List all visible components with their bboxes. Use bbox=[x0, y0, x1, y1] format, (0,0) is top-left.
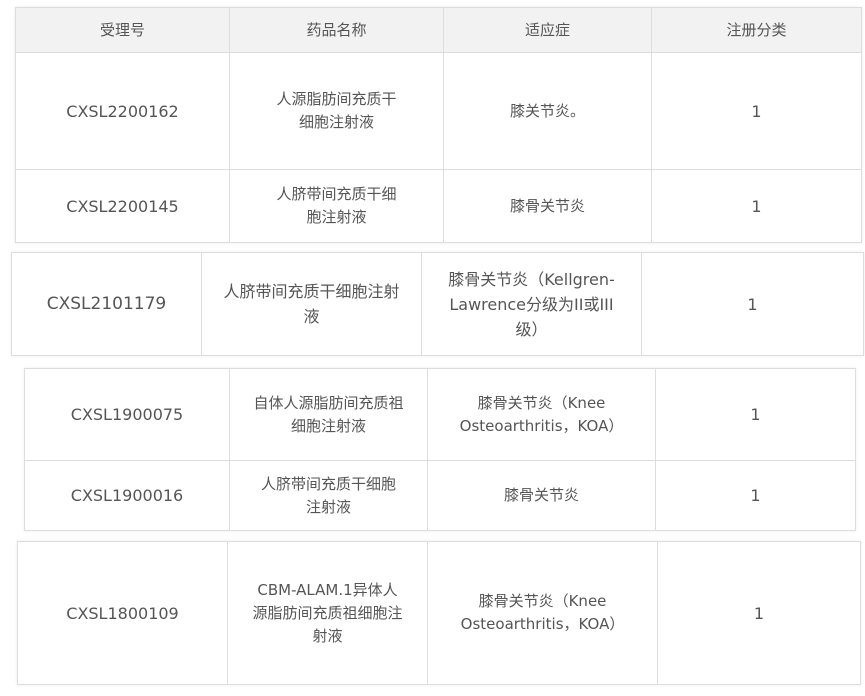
table-row: CXSL1900016 人脐带间充质干细胞注射液 膝骨关节炎 1 bbox=[24, 460, 856, 531]
cell-acceptance-no: CXSL2101179 bbox=[11, 252, 202, 356]
cell-acceptance-no: CXSL2200145 bbox=[15, 169, 230, 243]
header-registration-class: 注册分类 bbox=[651, 7, 862, 53]
cell-registration-class: 1 bbox=[655, 460, 856, 531]
table-row: CXSL2200162 人源脂肪间充质干细胞注射液 膝关节炎。 1 bbox=[15, 52, 862, 170]
cell-registration-class: 1 bbox=[641, 252, 864, 356]
table-segment-2: CXSL2101179 人脐带间充质干细胞注射液 膝骨关节炎（Kellgren-… bbox=[11, 252, 864, 356]
cell-acceptance-no: CXSL2200162 bbox=[15, 52, 230, 170]
header-indication: 适应症 bbox=[443, 7, 652, 53]
cell-registration-class: 1 bbox=[651, 169, 862, 243]
cell-acceptance-no: CXSL1900016 bbox=[24, 460, 230, 531]
cell-registration-class: 1 bbox=[655, 368, 856, 461]
cell-indication: 膝关节炎。 bbox=[443, 52, 652, 170]
cell-registration-class: 1 bbox=[657, 541, 861, 685]
cell-drug-name: 人脐带间充质干细胞注射液 bbox=[229, 460, 428, 531]
cell-indication: 膝骨关节炎 bbox=[443, 169, 652, 243]
table-segment-3: CXSL1900075 自体人源脂肪间充质祖细胞注射液 膝骨关节炎（Knee O… bbox=[24, 368, 856, 531]
table-header-row: 受理号 药品名称 适应症 注册分类 bbox=[15, 7, 862, 53]
cell-indication: 膝骨关节炎 bbox=[427, 460, 656, 531]
cell-drug-name: 人源脂肪间充质干细胞注射液 bbox=[229, 52, 444, 170]
cell-drug-name: 人脐带间充质干细胞注射液 bbox=[201, 252, 422, 356]
cell-registration-class: 1 bbox=[651, 52, 862, 170]
cell-drug-name: 自体人源脂肪间充质祖细胞注射液 bbox=[229, 368, 428, 461]
table-row: CXSL1900075 自体人源脂肪间充质祖细胞注射液 膝骨关节炎（Knee O… bbox=[24, 368, 856, 461]
cell-indication: 膝骨关节炎（Kellgren-Lawrence分级为II或III级） bbox=[421, 252, 642, 356]
table-row: CXSL2101179 人脐带间充质干细胞注射液 膝骨关节炎（Kellgren-… bbox=[11, 252, 864, 356]
cell-acceptance-no: CXSL1900075 bbox=[24, 368, 230, 461]
table-row: CXSL2200145 人脐带间充质干细胞注射液 膝骨关节炎 1 bbox=[15, 169, 862, 243]
table-row: CXSL1800109 CBM-ALAM.1异体人源脂肪间充质祖细胞注射液 膝骨… bbox=[17, 541, 861, 685]
cell-drug-name: 人脐带间充质干细胞注射液 bbox=[229, 169, 444, 243]
cell-acceptance-no: CXSL1800109 bbox=[17, 541, 228, 685]
table-segment-4: CXSL1800109 CBM-ALAM.1异体人源脂肪间充质祖细胞注射液 膝骨… bbox=[17, 541, 861, 685]
cell-indication: 膝骨关节炎（Knee Osteoarthritis，KOA） bbox=[427, 368, 656, 461]
cell-drug-name: CBM-ALAM.1异体人源脂肪间充质祖细胞注射液 bbox=[227, 541, 428, 685]
table-segment-1: 受理号 药品名称 适应症 注册分类 CXSL2200162 人源脂肪间充质干细胞… bbox=[15, 7, 862, 243]
cell-indication: 膝骨关节炎（Knee Osteoarthritis，KOA） bbox=[427, 541, 658, 685]
header-acceptance-no: 受理号 bbox=[15, 7, 230, 53]
header-drug-name: 药品名称 bbox=[229, 7, 444, 53]
